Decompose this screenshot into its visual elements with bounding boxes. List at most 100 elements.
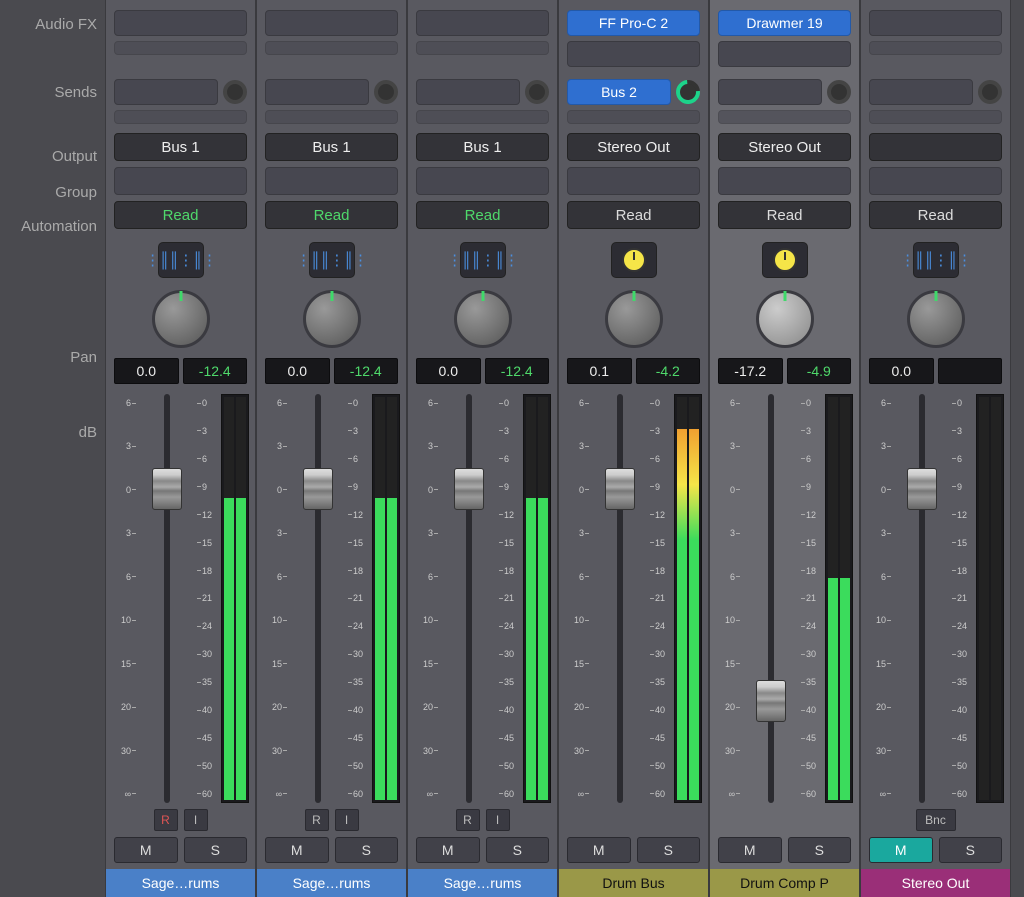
input-monitor-button[interactable]: I bbox=[335, 809, 359, 831]
mute-button[interactable]: M bbox=[869, 837, 933, 863]
db-value[interactable]: 0.1 bbox=[567, 358, 632, 384]
automation-mode[interactable]: Read bbox=[567, 201, 700, 229]
automation-mode[interactable]: Read bbox=[114, 201, 247, 229]
track-strip[interactable]: Bus 1Read⋮║║⋮║⋮0.0-12.46303610152030∞036… bbox=[256, 0, 407, 897]
track-type-icon[interactable]: ⋮║║⋮║⋮ bbox=[913, 242, 959, 278]
fader-track[interactable] bbox=[440, 394, 497, 803]
record-enable-button[interactable]: R bbox=[154, 809, 178, 831]
pan-knob[interactable] bbox=[756, 290, 814, 348]
db-peak[interactable]: -12.4 bbox=[485, 358, 550, 384]
pan-knob[interactable] bbox=[303, 290, 361, 348]
fader-cap[interactable] bbox=[303, 468, 333, 510]
mute-button[interactable]: M bbox=[114, 837, 178, 863]
send-empty-slot[interactable] bbox=[869, 110, 1002, 124]
track-name[interactable]: Drum Comp P bbox=[710, 869, 859, 897]
send-level-knob[interactable] bbox=[827, 80, 851, 104]
track-type-icon[interactable]: ⋮║║⋮║⋮ bbox=[309, 242, 355, 278]
send-level-knob[interactable] bbox=[374, 80, 398, 104]
output-selector[interactable]: Bus 1 bbox=[265, 133, 398, 161]
input-monitor-button[interactable]: I bbox=[486, 809, 510, 831]
mute-button[interactable]: M bbox=[567, 837, 631, 863]
output-selector[interactable] bbox=[869, 133, 1002, 161]
send-empty-slot[interactable] bbox=[869, 79, 973, 105]
db-peak[interactable]: -12.4 bbox=[183, 358, 248, 384]
fader-cap[interactable] bbox=[605, 468, 635, 510]
send-level-knob[interactable] bbox=[525, 80, 549, 104]
pan-knob[interactable] bbox=[605, 290, 663, 348]
send-empty-slot[interactable] bbox=[718, 110, 851, 124]
group-selector[interactable] bbox=[718, 167, 851, 195]
automation-mode[interactable]: Read bbox=[265, 201, 398, 229]
send-empty-slot[interactable] bbox=[114, 79, 218, 105]
automation-mode[interactable]: Read bbox=[718, 201, 851, 229]
group-selector[interactable] bbox=[265, 167, 398, 195]
pan-knob[interactable] bbox=[152, 290, 210, 348]
track-name[interactable]: Sage…rums bbox=[257, 869, 406, 897]
fader-track[interactable] bbox=[893, 394, 950, 803]
track-name[interactable]: Drum Bus bbox=[559, 869, 708, 897]
track-strip[interactable]: Bus 1Read⋮║║⋮║⋮0.0-12.46303610152030∞036… bbox=[407, 0, 558, 897]
record-enable-button[interactable]: R bbox=[456, 809, 480, 831]
output-selector[interactable]: Stereo Out bbox=[567, 133, 700, 161]
solo-button[interactable]: S bbox=[637, 837, 701, 863]
audiofx-empty-slot[interactable] bbox=[265, 41, 398, 55]
group-selector[interactable] bbox=[567, 167, 700, 195]
send-empty-slot[interactable] bbox=[416, 110, 549, 124]
track-type-icon[interactable]: ⋮║║⋮║⋮ bbox=[158, 242, 204, 278]
solo-button[interactable]: S bbox=[788, 837, 852, 863]
audiofx-insert[interactable]: Drawmer 19 bbox=[718, 10, 851, 36]
audiofx-empty-slot[interactable] bbox=[718, 41, 851, 67]
send-empty-slot[interactable] bbox=[718, 79, 822, 105]
record-enable-button[interactable]: R bbox=[305, 809, 329, 831]
automation-mode[interactable]: Read bbox=[416, 201, 549, 229]
track-type-icon[interactable] bbox=[611, 242, 657, 278]
bounce-button[interactable]: Bnc bbox=[916, 809, 956, 831]
send-level-knob[interactable] bbox=[978, 80, 1002, 104]
db-value[interactable]: 0.0 bbox=[416, 358, 481, 384]
mute-button[interactable]: M bbox=[265, 837, 329, 863]
track-strip[interactable]: Bus 1Read⋮║║⋮║⋮0.0-12.46303610152030∞036… bbox=[105, 0, 256, 897]
db-peak[interactable] bbox=[938, 358, 1003, 384]
output-selector[interactable]: Bus 1 bbox=[416, 133, 549, 161]
input-monitor-button[interactable]: I bbox=[184, 809, 208, 831]
group-selector[interactable] bbox=[114, 167, 247, 195]
fader-track[interactable] bbox=[289, 394, 346, 803]
db-peak[interactable]: -4.2 bbox=[636, 358, 701, 384]
fader-track[interactable] bbox=[138, 394, 195, 803]
pan-knob[interactable] bbox=[454, 290, 512, 348]
fader-track[interactable] bbox=[742, 394, 799, 803]
solo-button[interactable]: S bbox=[184, 837, 248, 863]
db-value[interactable]: 0.0 bbox=[114, 358, 179, 384]
output-selector[interactable]: Stereo Out bbox=[718, 133, 851, 161]
audiofx-insert[interactable]: FF Pro-C 2 bbox=[567, 10, 700, 36]
track-strip[interactable]: FF Pro-C 2Bus 2Stereo OutRead0.1-4.26303… bbox=[558, 0, 709, 897]
audiofx-empty-slot[interactable] bbox=[416, 10, 549, 36]
db-peak[interactable]: -4.9 bbox=[787, 358, 852, 384]
send-empty-slot[interactable] bbox=[265, 110, 398, 124]
audiofx-empty-slot[interactable] bbox=[869, 10, 1002, 36]
mute-button[interactable]: M bbox=[718, 837, 782, 863]
track-type-icon[interactable]: ⋮║║⋮║⋮ bbox=[460, 242, 506, 278]
fader-track[interactable] bbox=[591, 394, 648, 803]
db-value[interactable]: -17.2 bbox=[718, 358, 783, 384]
send-level-knob[interactable] bbox=[671, 75, 705, 109]
solo-button[interactable]: S bbox=[335, 837, 399, 863]
solo-button[interactable]: S bbox=[486, 837, 550, 863]
track-strip[interactable]: Drawmer 19Stereo OutRead-17.2-4.96303610… bbox=[709, 0, 860, 897]
audiofx-empty-slot[interactable] bbox=[869, 41, 1002, 55]
track-name[interactable]: Sage…rums bbox=[408, 869, 557, 897]
audiofx-empty-slot[interactable] bbox=[114, 41, 247, 55]
send-level-knob[interactable] bbox=[223, 80, 247, 104]
send-slot[interactable]: Bus 2 bbox=[567, 79, 671, 105]
fader-cap[interactable] bbox=[907, 468, 937, 510]
audiofx-empty-slot[interactable] bbox=[567, 41, 700, 67]
send-empty-slot[interactable] bbox=[114, 110, 247, 124]
solo-button[interactable]: S bbox=[939, 837, 1003, 863]
group-selector[interactable] bbox=[416, 167, 549, 195]
fader-cap[interactable] bbox=[756, 680, 786, 722]
track-name[interactable]: Stereo Out bbox=[861, 869, 1010, 897]
send-empty-slot[interactable] bbox=[265, 79, 369, 105]
track-name[interactable]: Sage…rums bbox=[106, 869, 255, 897]
pan-knob[interactable] bbox=[907, 290, 965, 348]
audiofx-empty-slot[interactable] bbox=[114, 10, 247, 36]
